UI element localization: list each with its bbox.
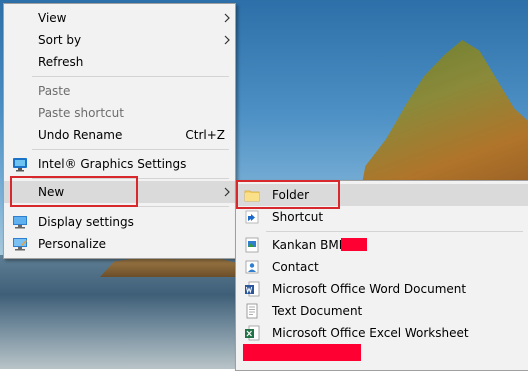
submenu-item-contact[interactable]: Contact: [236, 256, 528, 278]
chevron-right-icon: [224, 35, 230, 45]
submenu-item-label: Shortcut: [272, 210, 324, 224]
chevron-right-icon: [224, 13, 230, 23]
submenu-item-label: Microsoft Office Word Document: [272, 282, 467, 296]
menu-item-label: Undo Rename: [38, 128, 123, 142]
display-icon: [13, 216, 27, 229]
menu-separator: [32, 149, 229, 150]
submenu-item-label: Kankan BMP: [272, 238, 346, 252]
contact-icon: [245, 260, 259, 274]
menu-item-label: Refresh: [38, 55, 84, 69]
menu-item-label: View: [38, 11, 67, 25]
menu-item-label: Sort by: [38, 33, 82, 47]
shortcut-icon: [245, 210, 259, 224]
menu-item-view[interactable]: View: [4, 7, 235, 29]
submenu-item-label: Microsoft Office Excel Worksheet: [272, 326, 469, 340]
submenu-item-kankan-bmp[interactable]: Kankan BMP: [236, 234, 528, 256]
folder-item-highlight-box: [236, 180, 340, 209]
chevron-right-icon: [224, 187, 230, 197]
bmp-image-icon: [245, 237, 259, 253]
menu-separator: [32, 76, 229, 77]
personalize-icon: [13, 238, 27, 251]
menu-item-label: Display settings: [38, 215, 134, 229]
menu-separator: [266, 231, 523, 232]
menu-item-label: Paste shortcut: [38, 106, 124, 120]
intel-graphics-icon: [13, 158, 27, 172]
menu-item-label: Personalize: [38, 237, 107, 251]
menu-item-paste-shortcut[interactable]: Paste shortcut: [4, 102, 235, 124]
menu-item-shortcut: Ctrl+Z: [185, 128, 225, 142]
menu-item-display-settings[interactable]: Display settings: [4, 211, 235, 233]
text-document-icon: [246, 303, 258, 319]
submenu-item-shortcut[interactable]: Shortcut: [236, 206, 528, 228]
word-document-icon: [245, 281, 260, 297]
redaction-mark: [341, 238, 367, 251]
submenu-item-label: Text Document: [272, 304, 363, 318]
submenu-item-excel-worksheet[interactable]: Microsoft Office Excel Worksheet: [236, 322, 528, 344]
menu-item-sort-by[interactable]: Sort by: [4, 29, 235, 51]
submenu-item-label: Contact: [272, 260, 319, 274]
menu-item-label: Paste: [38, 84, 71, 98]
menu-item-intel-graphics-settings[interactable]: Intel® Graphics Settings: [4, 153, 235, 175]
new-item-highlight-box: [10, 176, 138, 207]
submenu-item-text-document[interactable]: Text Document: [236, 300, 528, 322]
excel-worksheet-icon: [245, 325, 260, 341]
menu-item-undo-rename[interactable]: Undo Rename Ctrl+Z: [4, 124, 235, 146]
menu-item-refresh[interactable]: Refresh: [4, 51, 235, 73]
menu-item-personalize[interactable]: Personalize: [4, 233, 235, 255]
menu-item-paste[interactable]: Paste: [4, 80, 235, 102]
redaction-mark: [243, 344, 361, 361]
submenu-item-word-document[interactable]: Microsoft Office Word Document: [236, 278, 528, 300]
menu-item-label: Intel® Graphics Settings: [38, 157, 187, 171]
desktop-context-menu: View Sort by Refresh Paste Paste shortcu…: [3, 3, 236, 259]
